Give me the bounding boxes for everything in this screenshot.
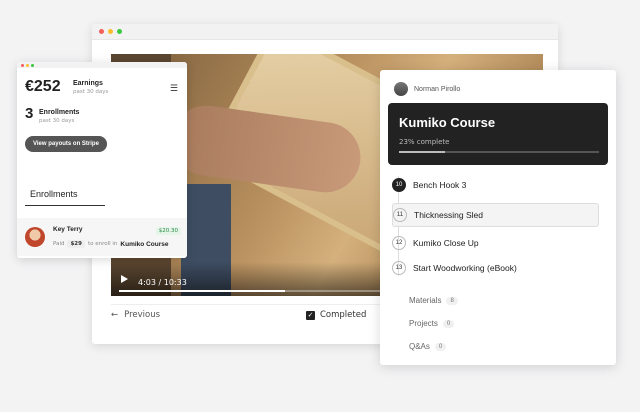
- lesson-item[interactable]: 13 Start Woodworking (eBook): [392, 257, 604, 279]
- previous-label: Previous: [124, 310, 161, 320]
- close-dot[interactable]: [21, 63, 24, 67]
- section-count: 0: [434, 342, 447, 351]
- earnings-label: Earnings: [73, 80, 103, 87]
- to-enroll-text: to enroll in: [87, 241, 118, 247]
- window-titlebar: [92, 24, 558, 40]
- avatar: [394, 82, 408, 96]
- close-dot[interactable]: [99, 29, 104, 34]
- lesson-number: 12: [392, 236, 406, 250]
- minimize-dot[interactable]: [26, 63, 29, 67]
- course-progress-bar: [399, 151, 599, 153]
- panel-titlebar: [17, 62, 187, 68]
- tab-enrollments[interactable]: Enrollments: [30, 189, 78, 199]
- section-label: Projects: [409, 319, 438, 328]
- course-title: Kumiko Course: [399, 115, 496, 130]
- section-projects[interactable]: Projects 0: [409, 319, 455, 328]
- lesson-title: Kumiko Close Up: [413, 238, 479, 248]
- earnings-sub: past 30 days: [73, 89, 109, 95]
- section-materials[interactable]: Materials 8: [409, 296, 458, 305]
- lesson-number: 11: [393, 208, 407, 222]
- lesson-number: 13: [392, 261, 406, 275]
- video-time: 4:03 / 10:33: [138, 278, 187, 287]
- lesson-title: Bench Hook 3: [413, 180, 467, 190]
- arrow-left-icon: ←: [111, 310, 119, 320]
- earnings-panel: €252 Earnings past 30 days ☰ 3 Enrollmen…: [17, 62, 187, 258]
- video-progress-fill: [119, 290, 286, 292]
- lesson-item-selected[interactable]: 11 Thicknessing Sled: [392, 203, 599, 227]
- completed-toggle[interactable]: ✓ Completed: [306, 310, 366, 320]
- view-payouts-button[interactable]: View payouts on Stripe: [25, 136, 107, 152]
- completed-label: Completed: [320, 310, 367, 320]
- lesson-item[interactable]: 12 Kumiko Close Up: [392, 232, 604, 254]
- paid-amount: $29: [67, 240, 85, 248]
- lesson-item[interactable]: 10 Bench Hook 3: [392, 174, 604, 196]
- minimize-dot[interactable]: [108, 29, 113, 34]
- lesson-title: Start Woodworking (eBook): [413, 263, 517, 273]
- enrollments-label: Enrollments: [39, 109, 80, 116]
- section-label: Q&As: [409, 342, 430, 351]
- earnings-amount: €252: [25, 78, 61, 95]
- section-label: Materials: [409, 296, 442, 305]
- lesson-number: 10: [392, 178, 406, 192]
- enrollments-count: 3: [25, 105, 34, 122]
- enrollments-sub: past 30 days: [39, 118, 75, 124]
- payment-detail: Paid $29 to enroll in Kumiko Course: [53, 240, 168, 248]
- section-qas[interactable]: Q&As 0: [409, 342, 447, 351]
- hamburger-menu-icon[interactable]: ☰: [170, 84, 178, 94]
- student-name: Key Terry: [53, 226, 83, 233]
- author-name: Norman Pirollo: [414, 85, 461, 93]
- paid-label: Paid: [53, 241, 65, 247]
- course-link[interactable]: Kumiko Course: [120, 241, 168, 248]
- course-progress-fill: [399, 151, 445, 153]
- previous-button[interactable]: ← Previous: [111, 310, 160, 320]
- maximize-dot[interactable]: [31, 63, 34, 67]
- checkbox-icon[interactable]: ✓: [306, 310, 315, 320]
- play-icon[interactable]: [121, 275, 128, 283]
- course-header: Kumiko Course 23% complete: [388, 103, 608, 165]
- avatar: [25, 227, 45, 247]
- section-count: 8: [446, 296, 458, 305]
- price-badge: $20.30: [155, 227, 181, 235]
- course-progress-text: 23% complete: [399, 138, 450, 146]
- tab-underline: [25, 205, 105, 206]
- maximize-dot[interactable]: [117, 29, 122, 34]
- section-count: 0: [442, 319, 455, 328]
- enrollment-row[interactable]: Key Terry $20.30 Paid $29 to enroll in K…: [17, 218, 187, 256]
- lesson-title: Thicknessing Sled: [414, 210, 483, 220]
- course-panel: Norman Pirollo Kumiko Course 23% complet…: [380, 70, 616, 365]
- author: Norman Pirollo: [394, 82, 460, 96]
